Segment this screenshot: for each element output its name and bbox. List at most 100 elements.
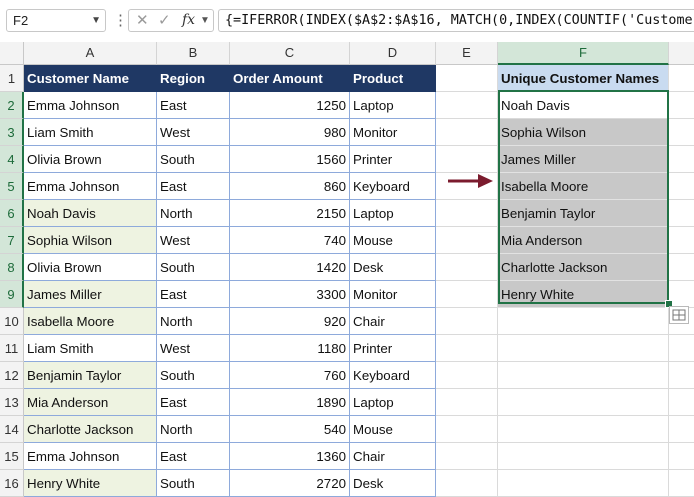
empty-cell-g[interactable] [669,335,694,362]
row-header-15[interactable]: 15 [0,443,24,470]
empty-cell-e[interactable] [436,92,498,119]
region-cell[interactable]: North [157,308,230,335]
product-cell[interactable]: Laptop [350,92,436,119]
empty-cell-e[interactable] [436,281,498,308]
customer-name-cell[interactable]: Olivia Brown [24,254,157,281]
row-header-1[interactable]: 1 [0,65,24,92]
empty-cell-e[interactable] [436,119,498,146]
header-customer-name[interactable]: Customer Name [24,65,157,92]
column-header-f[interactable]: F [498,42,669,65]
customer-name-cell[interactable]: Mia Anderson [24,389,157,416]
order-amount-cell[interactable]: 1250 [230,92,350,119]
product-cell[interactable]: Desk [350,254,436,281]
region-cell[interactable]: West [157,119,230,146]
row-header-16[interactable]: 16 [0,470,24,497]
customer-name-cell[interactable]: Emma Johnson [24,92,157,119]
row-header-11[interactable]: 11 [0,335,24,362]
customer-name-cell[interactable]: Olivia Brown [24,146,157,173]
product-cell[interactable]: Monitor [350,119,436,146]
customer-name-cell[interactable]: Liam Smith [24,335,157,362]
product-cell[interactable]: Laptop [350,389,436,416]
customer-name-cell[interactable]: Emma Johnson [24,443,157,470]
chevron-down-icon[interactable]: ▼ [91,10,101,31]
empty-cell-e[interactable] [436,227,498,254]
vertical-dots-icon[interactable]: ⋮ [113,9,128,32]
unique-name-cell[interactable]: James Miller [498,146,669,173]
empty-cell-e[interactable] [436,470,498,497]
region-cell[interactable]: South [157,254,230,281]
header-order-amount[interactable]: Order Amount [230,65,350,92]
x-icon[interactable]: ✕ [136,10,149,31]
order-amount-cell[interactable]: 1420 [230,254,350,281]
product-cell[interactable]: Mouse [350,416,436,443]
product-cell[interactable]: Laptop [350,200,436,227]
empty-cell-e[interactable] [436,200,498,227]
empty-cell-g[interactable] [669,362,694,389]
empty-cell-f[interactable] [498,389,669,416]
customer-name-cell[interactable]: Sophia Wilson [24,227,157,254]
column-header-a[interactable]: A [24,42,157,65]
product-cell[interactable]: Chair [350,308,436,335]
empty-cell-g[interactable] [669,173,694,200]
column-header-c[interactable]: C [230,42,350,65]
unique-name-cell[interactable]: Noah Davis [498,92,669,119]
customer-name-cell[interactable]: Emma Johnson [24,173,157,200]
customer-name-cell[interactable]: Charlotte Jackson [24,416,157,443]
row-header-4[interactable]: 4 [0,146,24,173]
product-cell[interactable]: Keyboard [350,173,436,200]
product-cell[interactable]: Printer [350,146,436,173]
product-cell[interactable]: Monitor [350,281,436,308]
region-cell[interactable]: West [157,227,230,254]
header-unique-customer-names[interactable]: Unique Customer Names [498,65,669,92]
row-header-8[interactable]: 8 [0,254,24,281]
region-cell[interactable]: East [157,389,230,416]
customer-name-cell[interactable]: Benjamin Taylor [24,362,157,389]
quick-analysis-icon[interactable] [669,306,689,324]
empty-cell-g[interactable] [669,389,694,416]
order-amount-cell[interactable]: 740 [230,227,350,254]
order-amount-cell[interactable]: 2720 [230,470,350,497]
unique-name-cell[interactable]: Henry White [498,281,669,308]
row-header-6[interactable]: 6 [0,200,24,227]
empty-cell-g[interactable] [669,443,694,470]
region-cell[interactable]: North [157,416,230,443]
empty-cell-g[interactable] [669,470,694,497]
order-amount-cell[interactable]: 1560 [230,146,350,173]
empty-cell-f[interactable] [498,362,669,389]
product-cell[interactable]: Mouse [350,227,436,254]
header-product[interactable]: Product [350,65,436,92]
customer-name-cell[interactable]: Liam Smith [24,119,157,146]
empty-cell-e[interactable] [436,389,498,416]
customer-name-cell[interactable]: Henry White [24,470,157,497]
row-header-9[interactable]: 9 [0,281,24,308]
region-cell[interactable]: West [157,335,230,362]
order-amount-cell[interactable]: 920 [230,308,350,335]
empty-cell-e[interactable] [436,416,498,443]
region-cell[interactable]: East [157,281,230,308]
order-amount-cell[interactable]: 1360 [230,443,350,470]
row-header-2[interactable]: 2 [0,92,24,119]
empty-cell-g[interactable] [669,146,694,173]
empty-cell-g[interactable] [669,92,694,119]
order-amount-cell[interactable]: 1180 [230,335,350,362]
cell-g1[interactable] [669,65,694,92]
formula-input[interactable]: {=IFERROR(INDEX($A$2:$A$16, MATCH(0,INDE… [218,9,694,32]
order-amount-cell[interactable]: 1890 [230,389,350,416]
empty-cell-f[interactable] [498,416,669,443]
order-amount-cell[interactable]: 980 [230,119,350,146]
unique-name-cell[interactable]: Mia Anderson [498,227,669,254]
region-cell[interactable]: South [157,362,230,389]
region-cell[interactable]: South [157,146,230,173]
row-header-14[interactable]: 14 [0,416,24,443]
order-amount-cell[interactable]: 540 [230,416,350,443]
product-cell[interactable]: Keyboard [350,362,436,389]
order-amount-cell[interactable]: 760 [230,362,350,389]
region-cell[interactable]: East [157,92,230,119]
empty-cell-f[interactable] [498,335,669,362]
empty-cell-f[interactable] [498,308,669,335]
empty-cell-e[interactable] [436,335,498,362]
customer-name-cell[interactable]: James Miller [24,281,157,308]
region-cell[interactable]: North [157,200,230,227]
region-cell[interactable]: East [157,173,230,200]
empty-cell-e[interactable] [436,254,498,281]
